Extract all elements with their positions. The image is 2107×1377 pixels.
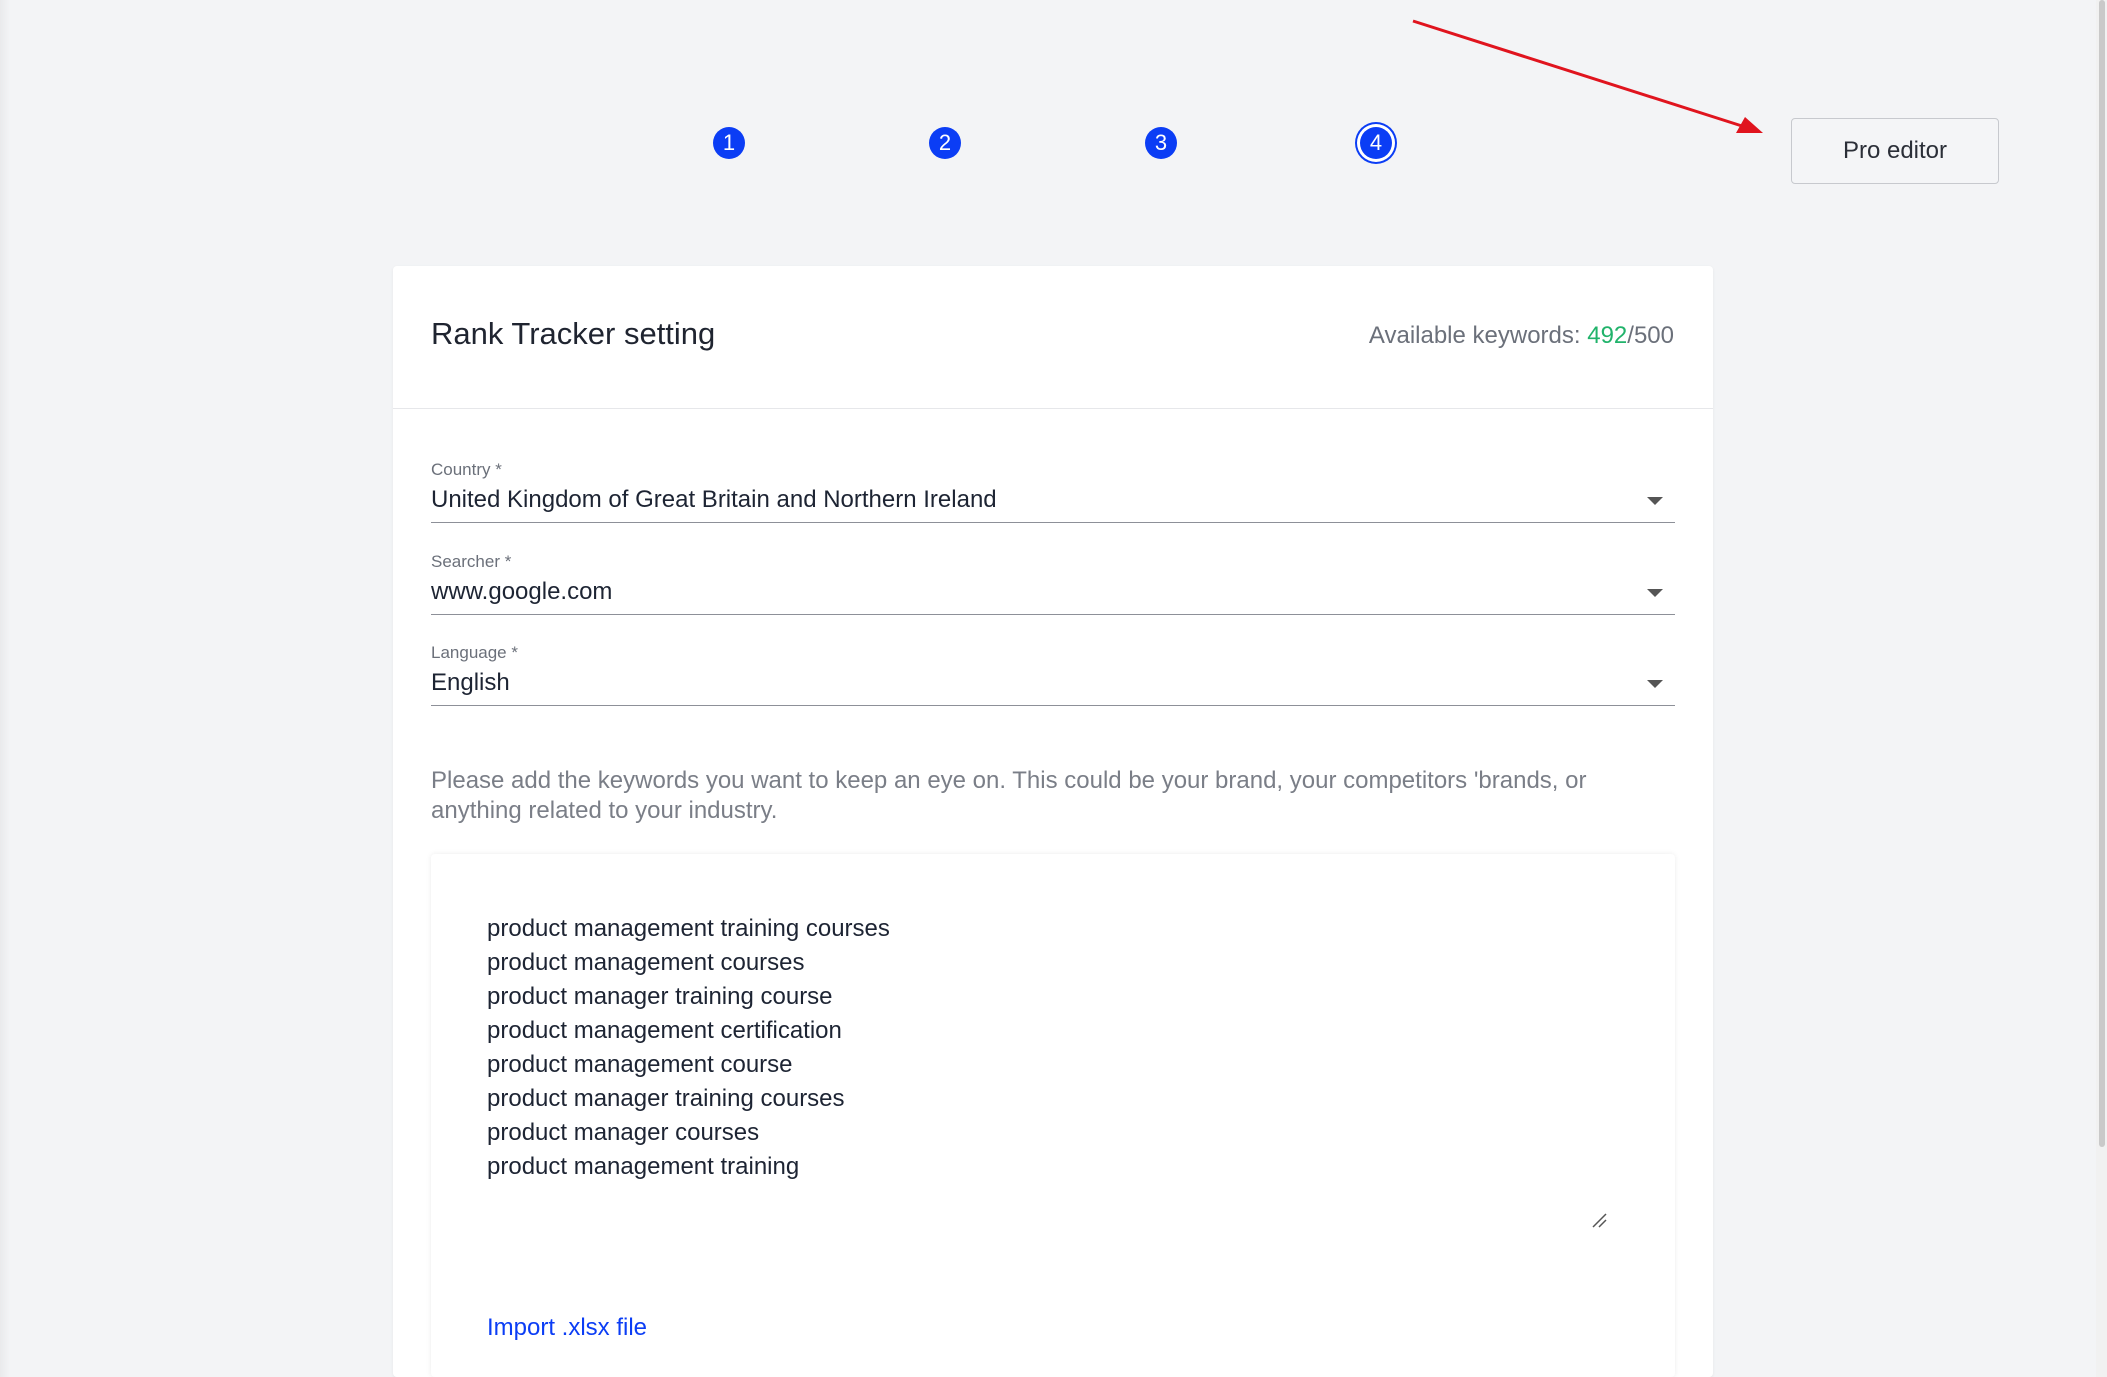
step-1[interactable]: 1 — [713, 127, 745, 159]
keyword-item: product manager training course — [487, 983, 833, 1010]
keyword-item: product management training — [487, 1153, 800, 1180]
keywords-instructions: Please add the keywords you want to keep… — [431, 767, 1587, 824]
chevron-down-icon[interactable] — [1647, 680, 1663, 688]
rank-tracker-card: Rank Tracker setting Available keywords:… — [393, 266, 1713, 1377]
card-header: Rank Tracker setting Available keywords:… — [393, 266, 1713, 409]
available-keywords-label: Available keywords: — [1368, 322, 1588, 349]
card-title: Rank Tracker setting — [431, 316, 716, 351]
searcher-value: www.google.com — [431, 578, 613, 605]
step-4-label: 4 — [1369, 130, 1383, 155]
import-xlsx-link[interactable]: Import .xlsx file — [487, 1314, 647, 1342]
country-field[interactable]: Country * United Kingdom of Great Britai… — [431, 460, 1675, 523]
keyword-item: product management certification — [487, 1017, 842, 1044]
chevron-down-icon[interactable] — [1647, 497, 1663, 505]
country-value: United Kingdom of Great Britain and Nort… — [431, 486, 997, 513]
searcher-label: Searcher * — [431, 552, 512, 571]
keyword-item: product management courses — [487, 949, 805, 976]
keywords-used: 492 — [1587, 322, 1628, 349]
step-2-label: 2 — [938, 130, 952, 155]
scrollbar[interactable] — [2096, 0, 2107, 1377]
keyword-item: product management training courses — [487, 915, 890, 942]
resize-handle-icon[interactable] — [1591, 1212, 1607, 1228]
language-field[interactable]: Language * English — [431, 643, 1675, 706]
keywords-total: 500 — [1633, 322, 1674, 349]
step-3-label: 3 — [1154, 130, 1168, 155]
language-value: English — [431, 669, 510, 696]
annotation-arrow-line — [1412, 19, 1743, 128]
searcher-field[interactable]: Searcher * www.google.com — [431, 552, 1675, 615]
keyword-item: product manager training courses — [487, 1085, 845, 1112]
step-3[interactable]: 3 — [1145, 127, 1177, 159]
searcher-select[interactable]: www.google.com — [431, 574, 1675, 615]
keywords-separator: / — [1627, 322, 1634, 349]
pro-editor-label: Pro editor — [1842, 137, 1948, 164]
keyword-item: product manager courses — [487, 1119, 760, 1146]
step-4-active[interactable]: 4 — [1360, 127, 1392, 159]
chevron-down-icon[interactable] — [1647, 589, 1663, 597]
available-keywords: Available keywords: 492/500 — [1369, 322, 1674, 350]
keyword-item: product management course — [487, 1051, 793, 1078]
page-left-edge — [0, 0, 10, 1377]
language-select[interactable]: English — [431, 665, 1675, 706]
pro-editor-button[interactable]: Pro editor — [1791, 118, 1999, 184]
keywords-list: product management training courses prod… — [487, 912, 890, 1184]
scrollbar-thumb[interactable] — [2099, 0, 2105, 1147]
country-label: Country * — [431, 460, 502, 479]
language-label: Language * — [431, 643, 518, 662]
step-2[interactable]: 2 — [929, 127, 961, 159]
keywords-textarea[interactable]: product management training courses prod… — [431, 854, 1675, 1377]
step-1-label: 1 — [722, 130, 736, 155]
country-select[interactable]: United Kingdom of Great Britain and Nort… — [431, 482, 1675, 523]
